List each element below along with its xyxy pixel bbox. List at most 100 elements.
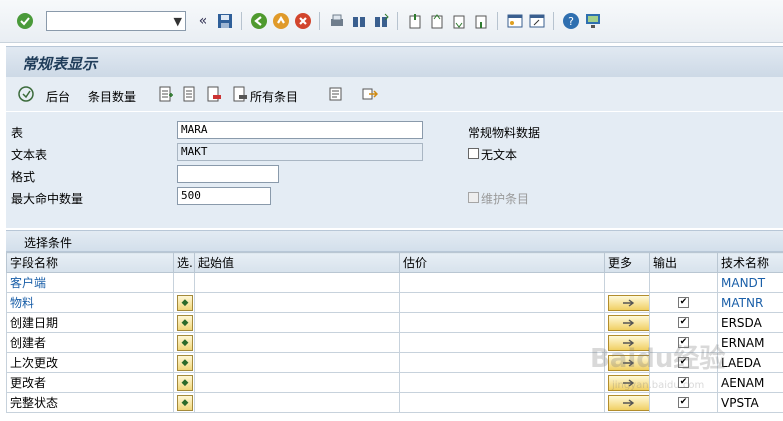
col-start-value: 起始值 [194,252,400,273]
start-value-input[interactable] [194,372,400,393]
table-label: 表 [11,126,24,140]
selection-options-icon[interactable]: ◆ [177,334,193,351]
selection-options-cell: ◆ [173,312,195,333]
selection-options-icon[interactable]: ◆ [177,314,193,331]
first-page-icon[interactable] [406,12,424,30]
all-entries-button[interactable]: 所有条目 [250,88,298,105]
help-icon[interactable]: ? [562,12,580,30]
more-cell [604,312,650,333]
selection-options-icon[interactable]: ◆ [177,354,193,371]
start-value-input[interactable] [194,272,400,293]
system-toolbar: ▼ « ? [0,0,783,43]
start-value-input[interactable] [194,352,400,373]
tech-name-cell: LAEDA [717,352,783,373]
selection-options-cell: ◆ [173,332,195,353]
field-name-cell: 物料 [6,292,174,313]
page-title: 常规表显示 [22,55,98,73]
find-next-icon[interactable] [372,12,390,30]
format-label: 格式 [11,170,36,184]
svg-text:?: ? [568,15,574,28]
table-row: 完整状态 ◆ ✔ VPSTA [6,392,783,413]
shortcut-icon[interactable] [528,12,546,30]
find-icon[interactable] [350,12,368,30]
start-value-input[interactable] [194,332,400,353]
field-name-cell: 客户端 [6,272,174,293]
no-text-checkbox[interactable] [468,148,479,159]
section-title: 选择条件 [24,236,73,250]
back-icon[interactable] [250,12,268,30]
selection-options-cell: ◆ [173,352,195,373]
arrow-right-icon [623,318,635,327]
arrow-right-icon [623,298,635,307]
table-header-row: 字段名称 选. 起始值 估价 更多 输出 技术名称 [6,252,783,273]
start-value-input[interactable] [194,392,400,413]
start-value-input[interactable] [194,292,400,313]
col-more: 更多 [604,252,650,273]
multiple-selection-button[interactable] [608,314,649,331]
enter-icon[interactable] [16,12,34,30]
field-name-cell: 完整状态 [6,392,174,413]
output-checkbox[interactable]: ✔ [678,317,689,328]
variant-icon[interactable] [328,86,344,102]
estimate-input[interactable] [399,352,605,373]
selection-options-cell: ◆ [173,292,195,313]
table-field[interactable]: MARA [177,121,423,139]
dropdown-icon[interactable]: ▼ [174,15,182,28]
application-toolbar: 后台 条目数量 所有条目 [6,77,783,111]
entries-count-button[interactable]: 条目数量 [88,88,136,105]
tech-name-cell: ERSDA [717,312,783,333]
export-icon[interactable] [362,86,379,102]
more-cell [604,292,650,313]
command-field[interactable]: ▼ [46,11,186,31]
layout-icon[interactable] [584,12,602,30]
selection-options-icon[interactable]: ◆ [177,374,193,391]
next-page-icon[interactable] [450,12,468,30]
more-cell [604,272,650,293]
estimate-input[interactable] [399,332,605,353]
cancel-icon[interactable] [294,12,312,30]
multiple-selection-button[interactable] [608,294,649,311]
exit-icon[interactable] [272,12,290,30]
field-name-cell: 创建者 [6,332,174,353]
arrow-right-icon [623,398,635,407]
estimate-input[interactable] [399,272,605,293]
format-field[interactable] [177,165,279,183]
tech-name-cell: AENAM [717,372,783,393]
estimate-input[interactable] [399,392,605,413]
start-value-input[interactable] [194,312,400,333]
estimate-input[interactable] [399,292,605,313]
print-icon[interactable] [328,12,346,30]
save-icon[interactable] [216,12,234,30]
multiple-selection-button[interactable] [608,394,649,411]
selection-criteria-header: 选择条件 [6,230,783,252]
delete-selection-icon[interactable] [206,86,222,102]
output-cell [649,272,718,293]
selection-options-icon[interactable]: ◆ [177,294,193,311]
selection-options-icon[interactable]: ◆ [177,394,193,411]
estimate-input[interactable] [399,372,605,393]
text-table-field: MAKT [177,143,423,161]
list-fields-icon[interactable] [182,86,198,102]
background-button[interactable]: 后台 [46,88,70,105]
last-page-icon[interactable] [472,12,490,30]
text-table-label: 文本表 [11,148,48,162]
no-text-label: 无文本 [481,148,518,162]
selection-fields-icon[interactable] [158,86,174,102]
table-row: 创建日期 ◆ ✔ ERSDA [6,312,783,333]
create-session-icon[interactable] [506,12,524,30]
selection-options-cell [173,272,195,293]
col-tech-name: 技术名称 [717,252,783,273]
tech-name-cell: MATNR [717,292,783,313]
back-arrows-icon[interactable]: « [194,12,212,30]
output-checkbox[interactable]: ✔ [678,297,689,308]
output-checkbox[interactable]: ✔ [678,397,689,408]
max-hits-field[interactable]: 500 [177,187,271,205]
output-cell: ✔ [649,392,718,413]
estimate-input[interactable] [399,312,605,333]
table-row: 客户端 MANDT [6,272,783,293]
previous-page-icon[interactable] [428,12,446,30]
tech-name-cell: ERNAM [717,332,783,353]
col-sel: 选. [173,252,195,273]
all-entries-icon[interactable] [232,86,248,102]
execute-background-icon[interactable] [18,86,34,102]
